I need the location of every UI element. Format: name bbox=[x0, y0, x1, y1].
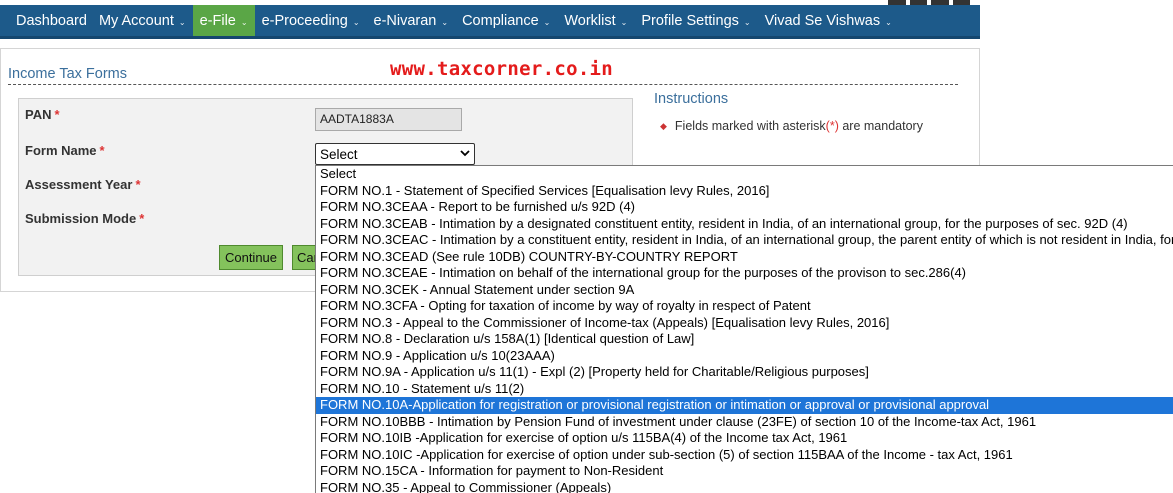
nav-item-dashboard[interactable]: Dashboard bbox=[0, 5, 92, 36]
chevron-down-icon: ⌄ bbox=[885, 18, 892, 27]
continue-button[interactable]: Continue bbox=[219, 245, 283, 270]
nav-item-vivad-se-vishwas[interactable]: Vivad Se Vishwas ⌄ bbox=[758, 5, 899, 36]
dropdown-option[interactable]: FORM NO.1 - Statement of Specified Servi… bbox=[316, 183, 1173, 200]
dropdown-option[interactable]: FORM NO.3CEAE - Intimation on behalf of … bbox=[316, 265, 1173, 282]
nav-item-e-nivaran[interactable]: e-Nivaran ⌄ bbox=[367, 5, 456, 36]
section-title: Income Tax Forms bbox=[8, 66, 127, 82]
chevron-down-icon: ⌄ bbox=[178, 18, 186, 27]
submission-mode-label: Submission Mode * bbox=[25, 211, 145, 226]
nav-item-label: My Account bbox=[98, 12, 174, 29]
dropdown-option[interactable]: FORM NO.9 - Application u/s 10(23AAA) bbox=[316, 348, 1173, 365]
pan-label: PAN * bbox=[25, 107, 60, 122]
form-name-label: Form Name * bbox=[25, 143, 105, 158]
watermark-text: www.taxcorner.co.in bbox=[390, 58, 614, 80]
form-name-dropdown-list[interactable]: Select FORM NO.1 - Statement of Specified… bbox=[315, 165, 1173, 493]
nav-item-e-file[interactable]: e-File ⌄ bbox=[192, 5, 255, 36]
nav-item-label: e-Nivaran bbox=[373, 12, 437, 29]
dropdown-option[interactable]: FORM NO.3CFA - Opting for taxation of in… bbox=[316, 298, 1173, 315]
dropdown-option[interactable]: FORM NO.3CEK - Annual Statement under se… bbox=[316, 282, 1173, 299]
section-divider bbox=[8, 84, 958, 85]
nav-item-my-account[interactable]: My Account ⌄ bbox=[92, 5, 193, 36]
dropdown-option[interactable]: FORM NO.10BBB - Intimation by Pension Fu… bbox=[316, 414, 1173, 431]
page: Dashboard My Account ⌄ e-File ⌄ e-Proceeding ⌄… bbox=[0, 0, 1173, 493]
form-name-select[interactable]: Select bbox=[315, 143, 475, 165]
chevron-down-icon: ⌄ bbox=[352, 18, 360, 27]
dropdown-option[interactable]: FORM NO.3CEAB - Intimation by a designat… bbox=[316, 216, 1173, 233]
dropdown-option[interactable]: FORM NO.10 - Statement u/s 11(2) bbox=[316, 381, 1173, 398]
dropdown-option[interactable]: FORM NO.9A - Application u/s 11(1) - Exp… bbox=[316, 364, 1173, 381]
dropdown-option[interactable]: FORM NO.3CEAC - Intimation by a constitu… bbox=[316, 232, 1173, 249]
form-name-selected-value: Select bbox=[320, 147, 358, 162]
nav-item-label: e-Proceeding bbox=[261, 12, 348, 29]
nav-item-label: Worklist bbox=[564, 12, 616, 29]
nav-item-label: Dashboard bbox=[16, 12, 87, 29]
nav-item-worklist[interactable]: Worklist ⌄ bbox=[557, 5, 634, 36]
dropdown-option[interactable]: FORM NO.3 - Appeal to the Commissioner o… bbox=[316, 315, 1173, 332]
nav-item-compliance[interactable]: Compliance ⌄ bbox=[455, 5, 557, 36]
dropdown-option[interactable]: FORM NO.3CEAA - Report to be furnished u… bbox=[316, 199, 1173, 216]
chevron-down-icon: ⌄ bbox=[743, 18, 751, 27]
dropdown-option[interactable]: FORM NO.3CEAD (See rule 10DB) COUNTRY-BY… bbox=[316, 249, 1173, 266]
diamond-bullet-icon: ◆ bbox=[660, 121, 667, 131]
nav-item-label: Profile Settings bbox=[641, 12, 739, 29]
required-marker: * bbox=[54, 107, 60, 122]
nav-item-profile-settings[interactable]: Profile Settings ⌄ bbox=[634, 5, 757, 36]
nav-item-e-proceeding[interactable]: e-Proceeding ⌄ bbox=[255, 5, 367, 36]
nav-item-label: Compliance bbox=[462, 12, 539, 29]
chevron-down-icon: ⌄ bbox=[620, 18, 628, 27]
assessment-year-label: Assessment Year * bbox=[25, 177, 141, 192]
required-marker: * bbox=[139, 211, 145, 226]
dropdown-option[interactable]: FORM NO.10IC -Application for exercise o… bbox=[316, 447, 1173, 464]
main-nav: Dashboard My Account ⌄ e-File ⌄ e-Proceeding ⌄… bbox=[0, 5, 980, 39]
cancel-button[interactable]: Cancel bbox=[292, 245, 316, 270]
instructions-title: Instructions bbox=[654, 91, 729, 107]
dropdown-option[interactable]: FORM NO.8 - Declaration u/s 158A(1) [Ide… bbox=[316, 331, 1173, 348]
chevron-down-icon: ⌄ bbox=[441, 18, 449, 27]
nav-item-label: Vivad Se Vishwas bbox=[764, 12, 881, 29]
dropdown-option[interactable]: FORM NO.10IB -Application for exercise o… bbox=[316, 430, 1173, 447]
dropdown-option[interactable]: FORM NO.35 - Appeal to Commissioner (App… bbox=[316, 480, 1173, 493]
required-marker: * bbox=[99, 143, 105, 158]
required-marker: * bbox=[135, 177, 141, 192]
pan-field: AADTA1883A bbox=[315, 108, 462, 131]
chevron-down-icon: ⌄ bbox=[240, 18, 248, 27]
chevron-down-icon bbox=[460, 150, 470, 157]
dropdown-option[interactable]: FORM NO.15CA - Information for payment t… bbox=[316, 463, 1173, 480]
dropdown-option[interactable]: Select bbox=[316, 166, 1173, 183]
instruction-item: ◆ Fields marked with asterisk(*) are mand… bbox=[660, 119, 923, 133]
dropdown-option-highlighted[interactable]: FORM NO.10A-Application for registration… bbox=[316, 397, 1173, 414]
chevron-down-icon: ⌄ bbox=[543, 18, 551, 27]
nav-item-label: e-File bbox=[199, 12, 236, 29]
